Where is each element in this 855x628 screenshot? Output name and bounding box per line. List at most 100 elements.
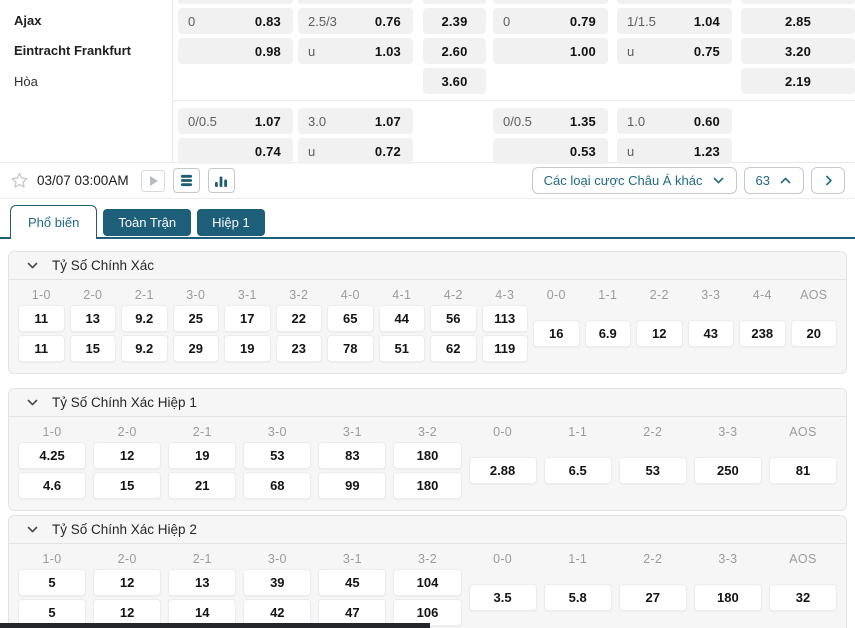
- odds-2-0-home[interactable]: 12: [93, 569, 162, 596]
- odds-3-1-home[interactable]: 45: [318, 569, 387, 596]
- odds-AOS[interactable]: 20: [790, 320, 837, 347]
- odds-2-0-away[interactable]: 15: [69, 335, 116, 362]
- odds-4-0-home[interactable]: 65: [327, 305, 374, 332]
- odds-3-1-away[interactable]: 19: [224, 335, 271, 362]
- asian-markets-dropdown[interactable]: Các loại cược Châu Á khác: [531, 167, 737, 194]
- odds-2-2[interactable]: 12: [636, 320, 683, 347]
- panel-header-toggle[interactable]: Tỷ Số Chính Xác: [9, 252, 846, 280]
- odds-3-2-away[interactable]: 23: [275, 335, 322, 362]
- tab-toan-tran[interactable]: Toàn Trận: [103, 209, 192, 236]
- odds-cell-over-under-1h-1[interactable]: 3.0 1.07: [298, 108, 413, 134]
- odds-1-1[interactable]: 5.8: [543, 584, 612, 611]
- odds-1-0-away[interactable]: 5: [18, 599, 87, 626]
- odds-4-4[interactable]: 238: [739, 320, 786, 347]
- odds-cell-1x2-left[interactable]: 2.39: [423, 8, 486, 34]
- odds-4-1-away[interactable]: 51: [378, 335, 425, 362]
- odds-cell-handicap-1h-2[interactable]: 0/0.5 1.35: [493, 108, 608, 134]
- odds-3-0-away[interactable]: 42: [243, 599, 312, 626]
- odds-0-0[interactable]: 3.5: [468, 584, 537, 611]
- statistics-button[interactable]: [207, 168, 235, 193]
- odds-4-2-home[interactable]: 56: [430, 305, 477, 332]
- stacked-rows-button[interactable]: [172, 168, 200, 193]
- odds-cell-over-under-1h-2[interactable]: u 1.23: [617, 138, 732, 164]
- odds-cell-1x2-right[interactable]: 2.85: [741, 8, 855, 34]
- odds-3-2-home[interactable]: 22: [275, 305, 322, 332]
- odds-cell-1x2-left[interactable]: 2.60: [423, 38, 486, 64]
- odds-4-1-home[interactable]: 44: [378, 305, 425, 332]
- odds-cell-over-under-1h-1[interactable]: u 0.72: [298, 138, 413, 164]
- odds-1-0-home[interactable]: 4.25: [18, 442, 87, 469]
- market-count-collapse-button[interactable]: 63: [743, 167, 804, 194]
- odds-1-0-away[interactable]: 4.6: [18, 472, 87, 499]
- odds-2-0-home[interactable]: 12: [93, 442, 162, 469]
- score-label: 4-0: [340, 287, 360, 302]
- odds-2-0-away[interactable]: 15: [93, 472, 162, 499]
- odds-3-3[interactable]: 180: [693, 584, 762, 611]
- odds-4-3-home[interactable]: 113: [481, 305, 528, 332]
- play-button[interactable]: [140, 169, 165, 192]
- odds-3-1-away[interactable]: 99: [318, 472, 387, 499]
- odds-3-1-away[interactable]: 47: [318, 599, 387, 626]
- odds-4-3-away[interactable]: 119: [481, 335, 528, 362]
- odds-2-1-home[interactable]: 9.2: [121, 305, 168, 332]
- odds-3-0-home[interactable]: 39: [243, 569, 312, 596]
- odds-0-0[interactable]: 2.88: [468, 457, 537, 484]
- tab-pho-bien[interactable]: Phổ biến: [10, 205, 98, 239]
- odds-3-2-home[interactable]: 104: [393, 569, 462, 596]
- odds-4-2-away[interactable]: 62: [430, 335, 477, 362]
- odds-4-0-away[interactable]: 78: [327, 335, 374, 362]
- odds-cell-handicap-1h-1[interactable]: 0.74: [178, 138, 293, 164]
- odds-cell-over-under-1[interactable]: 2.5/3 0.76: [298, 8, 413, 34]
- odds-cell-over-under-2[interactable]: 1/1.5 1.04: [617, 8, 732, 34]
- odds-1-1[interactable]: 6.9: [584, 320, 631, 347]
- dropdown-label: Các loại cược Châu Á khác: [543, 173, 703, 188]
- odds-cell-over-under-1[interactable]: u 1.03: [298, 38, 413, 64]
- next-match-button[interactable]: [811, 167, 845, 194]
- odds-3-1-home[interactable]: 83: [318, 442, 387, 469]
- odds-2-0-away[interactable]: 12: [93, 599, 162, 626]
- odds-3-0-home[interactable]: 25: [172, 305, 219, 332]
- odds-2-1-home[interactable]: 13: [168, 569, 237, 596]
- odds-3-3[interactable]: 250: [693, 457, 762, 484]
- odds-1-0-home[interactable]: 5: [18, 569, 87, 596]
- odds-cell-1x2-left[interactable]: 3.60: [423, 68, 486, 94]
- odds-1-0-home[interactable]: 11: [18, 305, 65, 332]
- odds-3-0-home[interactable]: 53: [243, 442, 312, 469]
- odds-1-1[interactable]: 6.5: [543, 457, 612, 484]
- handicap-line: 1/1.5: [627, 13, 656, 29]
- odds-3-2-away[interactable]: 106: [393, 599, 462, 626]
- odds-2-1-away[interactable]: 21: [168, 472, 237, 499]
- odds-2-0-home[interactable]: 13: [69, 305, 116, 332]
- odds-3-2-home[interactable]: 180: [393, 442, 462, 469]
- odds-1-0-away[interactable]: 11: [18, 335, 65, 362]
- odds-0-0[interactable]: 16: [533, 320, 580, 347]
- odds-2-2[interactable]: 27: [618, 584, 687, 611]
- odds-cell-over-under-1h-2[interactable]: 1.0 0.60: [617, 108, 732, 134]
- odds-AOS[interactable]: 32: [768, 584, 837, 611]
- odds-cell-handicap-2[interactable]: 0 0.79: [493, 8, 608, 34]
- odds-cell-handicap-2[interactable]: 1.00: [493, 38, 608, 64]
- odds-AOS[interactable]: 81: [768, 457, 837, 484]
- odds-3-1-home[interactable]: 17: [224, 305, 271, 332]
- favorite-star-icon[interactable]: [10, 171, 29, 190]
- score-col-3-0: 3-0 39 42: [243, 550, 312, 626]
- odds-2-1-away[interactable]: 9.2: [121, 335, 168, 362]
- panel-header-toggle[interactable]: Tỷ Số Chính Xác Hiệp 1: [9, 389, 846, 417]
- panel-header-toggle[interactable]: Tỷ Số Chính Xác Hiệp 2: [9, 516, 846, 544]
- odds-cell-handicap-1h-1[interactable]: 0/0.5 1.07: [178, 108, 293, 134]
- odds-cell-1x2-right[interactable]: 2.19: [741, 68, 855, 94]
- odds-cell-handicap-1[interactable]: 0 0.83: [178, 8, 293, 34]
- odds-cell-over-under-2[interactable]: u 0.75: [617, 38, 732, 64]
- odds-value: 2.19: [784, 73, 812, 89]
- odds-2-1-home[interactable]: 19: [168, 442, 237, 469]
- odds-cell-1x2-right[interactable]: 3.20: [741, 38, 855, 64]
- odds-3-0-away[interactable]: 68: [243, 472, 312, 499]
- odds-cell-handicap-1h-2[interactable]: 0.53: [493, 138, 608, 164]
- odds-3-2-away[interactable]: 180: [393, 472, 462, 499]
- odds-3-0-away[interactable]: 29: [172, 335, 219, 362]
- odds-3-3[interactable]: 43: [687, 320, 734, 347]
- odds-2-1-away[interactable]: 14: [168, 599, 237, 626]
- odds-2-2[interactable]: 53: [618, 457, 687, 484]
- tab-hiep-1[interactable]: Hiệp 1: [197, 209, 265, 236]
- odds-cell-handicap-1[interactable]: 0.98: [178, 38, 293, 64]
